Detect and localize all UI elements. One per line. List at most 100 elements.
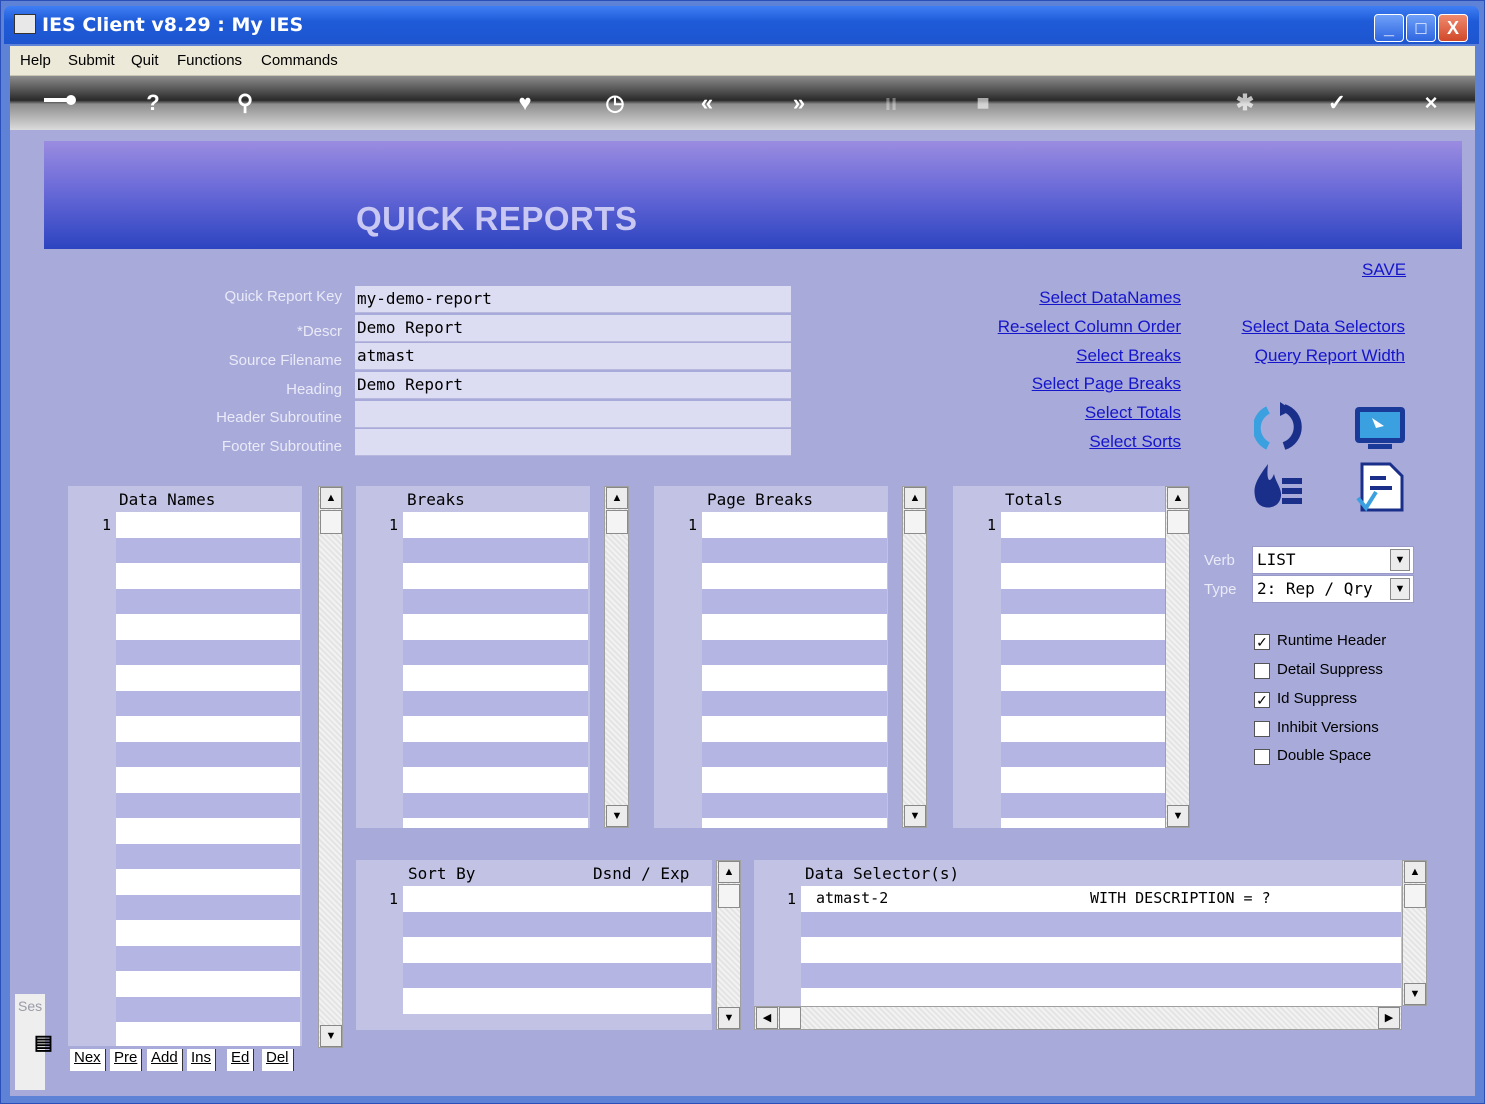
label-heading: Heading bbox=[286, 381, 342, 398]
detail-suppress-checkbox[interactable] bbox=[1254, 663, 1270, 679]
menu-quit[interactable]: Quit bbox=[131, 52, 159, 69]
select-totals-link[interactable]: Select Totals bbox=[1085, 403, 1181, 423]
next-button[interactable]: Nex bbox=[70, 1049, 106, 1071]
verb-label: Verb bbox=[1204, 552, 1235, 569]
runtime-header-checkbox[interactable]: ✓ bbox=[1254, 634, 1270, 650]
data-selectors-row-number: 1 bbox=[787, 890, 797, 908]
scroll-down-icon[interactable]: ▼ bbox=[606, 805, 628, 827]
stop-icon[interactable]: ■ bbox=[966, 90, 1000, 116]
page-breaks-rows[interactable] bbox=[702, 512, 887, 828]
data-names-row-number: 1 bbox=[102, 516, 112, 534]
delete-button[interactable]: Del bbox=[262, 1049, 294, 1071]
page-breaks-header: Page Breaks bbox=[707, 490, 813, 509]
minimize-button[interactable]: _ bbox=[1374, 14, 1404, 42]
double-space-checkbox[interactable] bbox=[1254, 749, 1270, 765]
select-breaks-link[interactable]: Select Breaks bbox=[1076, 346, 1181, 366]
quick-report-key-field[interactable]: my-demo-report bbox=[355, 286, 791, 313]
menu-commands[interactable]: Commands bbox=[261, 52, 338, 69]
scroll-down-icon[interactable]: ▼ bbox=[904, 805, 926, 827]
select-sorts-link[interactable]: Select Sorts bbox=[1089, 432, 1181, 452]
data-selectors-header: Data Selector(s) bbox=[805, 864, 960, 883]
breaks-scrollbar[interactable] bbox=[604, 486, 629, 828]
scroll-thumb[interactable] bbox=[779, 1007, 801, 1029]
toolbar-close-icon[interactable]: × bbox=[1414, 90, 1448, 116]
select-datanames-link[interactable]: Select DataNames bbox=[1039, 288, 1181, 308]
source-filename-field[interactable]: atmast bbox=[355, 343, 791, 370]
id-suppress-label: Id Suppress bbox=[1277, 690, 1358, 707]
forward-icon[interactable]: » bbox=[782, 90, 816, 116]
scroll-down-icon[interactable]: ▼ bbox=[1404, 983, 1426, 1005]
scroll-down-icon[interactable]: ▼ bbox=[1167, 805, 1189, 827]
data-names-rows[interactable] bbox=[116, 512, 300, 1046]
checkmark-icon: ✓ bbox=[1256, 692, 1268, 708]
scroll-down-icon[interactable]: ▼ bbox=[320, 1025, 342, 1047]
search-icon[interactable]: ⚲ bbox=[228, 90, 262, 116]
descr-field[interactable]: Demo Report bbox=[355, 315, 791, 342]
totals-scrollbar[interactable] bbox=[1165, 486, 1190, 828]
save-link[interactable]: SAVE bbox=[1362, 260, 1406, 280]
key-icon[interactable] bbox=[44, 90, 78, 118]
select-data-selectors-link[interactable]: Select Data Selectors bbox=[1242, 317, 1405, 337]
page-breaks-row-number: 1 bbox=[688, 516, 698, 534]
scroll-thumb[interactable] bbox=[1167, 510, 1189, 534]
refresh-icon[interactable] bbox=[1252, 402, 1306, 459]
flame-list-icon[interactable] bbox=[1250, 462, 1308, 517]
query-report-width-link[interactable]: Query Report Width bbox=[1255, 346, 1405, 366]
clock-icon[interactable]: ◷ bbox=[598, 90, 632, 116]
rewind-icon[interactable]: « bbox=[690, 90, 724, 116]
scroll-up-icon[interactable]: ▲ bbox=[1167, 487, 1189, 509]
reselect-column-order-link[interactable]: Re-select Column Order bbox=[998, 317, 1181, 337]
scroll-up-icon[interactable]: ▲ bbox=[1404, 861, 1426, 883]
heart-icon[interactable]: ♥ bbox=[508, 90, 542, 116]
verb-dropdown-icon[interactable]: ▼ bbox=[1390, 549, 1410, 571]
scroll-up-icon[interactable]: ▲ bbox=[606, 487, 628, 509]
data-selector-expression[interactable]: WITH DESCRIPTION = ? bbox=[1090, 889, 1271, 907]
menu-help[interactable]: Help bbox=[20, 52, 51, 69]
totals-rows[interactable] bbox=[1001, 512, 1166, 828]
page-title: QUICK REPORTS bbox=[356, 200, 638, 237]
select-page-breaks-link[interactable]: Select Page Breaks bbox=[1032, 374, 1181, 394]
inhibit-versions-checkbox[interactable] bbox=[1254, 721, 1270, 737]
scroll-right-icon[interactable]: ▶ bbox=[1378, 1007, 1400, 1029]
label-footer-subroutine: Footer Subroutine bbox=[221, 438, 342, 455]
menu-functions[interactable]: Functions bbox=[177, 52, 242, 69]
edit-button[interactable]: Ed bbox=[227, 1049, 255, 1071]
data-selectors-hscrollbar[interactable] bbox=[754, 1006, 1402, 1030]
scroll-thumb[interactable] bbox=[904, 510, 926, 534]
data-names-scrollbar[interactable] bbox=[318, 486, 343, 1048]
scroll-up-icon[interactable]: ▲ bbox=[718, 861, 740, 883]
id-suppress-checkbox[interactable]: ✓ bbox=[1254, 692, 1270, 708]
monitor-icon[interactable] bbox=[1354, 406, 1408, 457]
type-dropdown-icon[interactable]: ▼ bbox=[1390, 578, 1410, 600]
scroll-down-icon[interactable]: ▼ bbox=[718, 1007, 740, 1029]
previous-button[interactable]: Pre bbox=[110, 1049, 143, 1071]
close-button[interactable]: X bbox=[1438, 14, 1468, 42]
footer-subroutine-field[interactable] bbox=[355, 429, 791, 456]
maximize-button[interactable]: □ bbox=[1406, 14, 1436, 42]
label-descr: *Descr bbox=[296, 323, 342, 340]
menu-submit[interactable]: Submit bbox=[68, 52, 115, 69]
scroll-left-icon[interactable]: ◀ bbox=[756, 1007, 778, 1029]
scroll-thumb[interactable] bbox=[606, 510, 628, 534]
scroll-up-icon[interactable]: ▲ bbox=[320, 487, 342, 509]
scroll-up-icon[interactable]: ▲ bbox=[904, 487, 926, 509]
data-selector-name[interactable]: atmast-2 bbox=[816, 889, 888, 907]
page-header bbox=[44, 141, 1462, 249]
cancel-icon[interactable]: ✱ bbox=[1228, 90, 1262, 116]
heading-field[interactable]: Demo Report bbox=[355, 372, 791, 399]
sort-by-rows[interactable] bbox=[403, 886, 711, 1014]
insert-button[interactable]: Ins bbox=[187, 1049, 217, 1071]
scroll-thumb[interactable] bbox=[1404, 884, 1426, 908]
add-button[interactable]: Add bbox=[147, 1049, 183, 1071]
page-breaks-scrollbar[interactable] bbox=[902, 486, 927, 828]
document-check-icon[interactable] bbox=[1356, 462, 1406, 519]
tree-icon[interactable]: ıı bbox=[874, 90, 908, 116]
side-stub-icon[interactable]: ▤ bbox=[34, 1030, 53, 1055]
header-subroutine-field[interactable] bbox=[355, 401, 791, 428]
help-icon[interactable]: ? bbox=[136, 90, 170, 116]
check-icon[interactable]: ✓ bbox=[1320, 90, 1354, 116]
breaks-rows[interactable] bbox=[403, 512, 588, 828]
scroll-thumb[interactable] bbox=[718, 884, 740, 908]
label-source-filename: Source Filename bbox=[228, 352, 342, 369]
scroll-thumb[interactable] bbox=[320, 510, 342, 534]
